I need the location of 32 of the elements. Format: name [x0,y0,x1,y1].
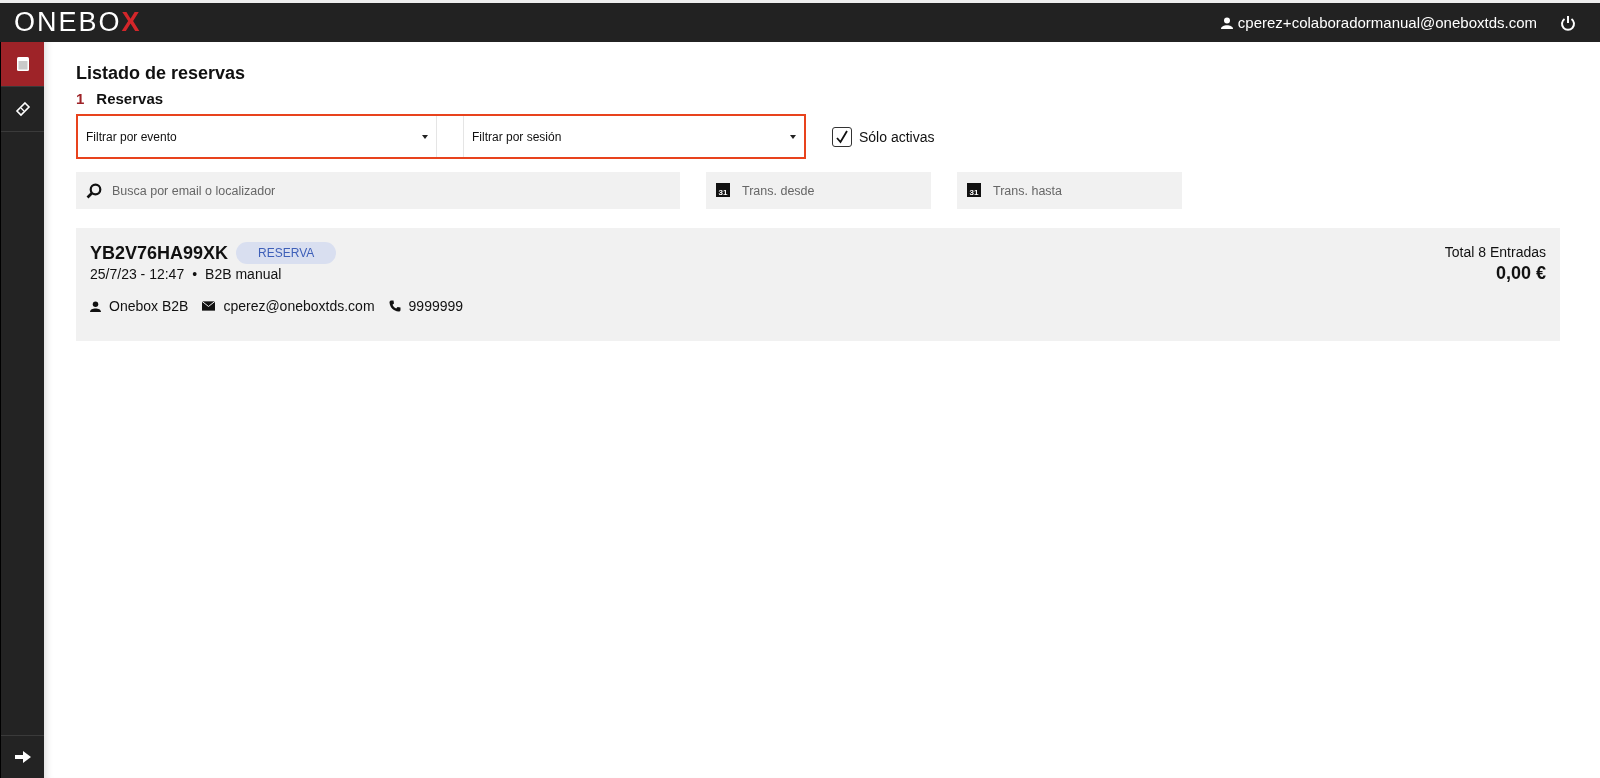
sidebar-item[interactable] [1,42,44,87]
user-icon [1220,16,1233,29]
envelope-icon [202,301,216,311]
booking-card[interactable]: YB2V76HA99XK RESERVA 25/7/23 - 12:47 • B2B manual Onebox B2B cperez@oneboxtds.com 9999999 Total 8 Entradas 0,00 € [76,228,1560,341]
caret-icon [422,134,428,139]
session-dropdown[interactable]: Filtrar por sesión [464,116,804,157]
search-field[interactable]: Busca por email o localizador [76,172,680,209]
phone-icon [388,300,401,312]
caret-icon [790,134,796,139]
checkbox-label: Sólo activas [859,128,935,145]
separator: • [192,266,198,282]
result-label: Reservas [96,90,164,107]
status-badge: RESERVA [236,242,337,264]
client-email: cperez@oneboxtds.com [223,298,375,314]
power-icon[interactable] [1560,14,1576,31]
logo: ONEBOX [14,7,142,38]
ticket-total-label: Total 8 Entradas [1444,244,1546,260]
page-title: Listado de reservas [76,63,247,84]
booking-locator: YB2V76HA99XK [90,242,229,264]
user-icon [90,300,101,312]
booking-date: 25/7/23 - 12:47 [90,266,185,282]
total-amount: 0,00 € [1495,263,1546,284]
arrow-right-icon [14,751,31,763]
client-name: Onebox B2B [109,298,189,314]
event-dropdown[interactable]: Filtrar por evento [78,116,437,157]
ticket-icon [14,101,31,117]
checkbox[interactable] [832,126,852,147]
card-icon [16,57,29,71]
booking-channel: B2B manual [205,266,282,282]
result-count: 1 [76,90,85,107]
user-email: cperez+colaboradormanual@oneboxtds.com [1237,14,1537,31]
client-phone: 9999999 [408,298,464,314]
